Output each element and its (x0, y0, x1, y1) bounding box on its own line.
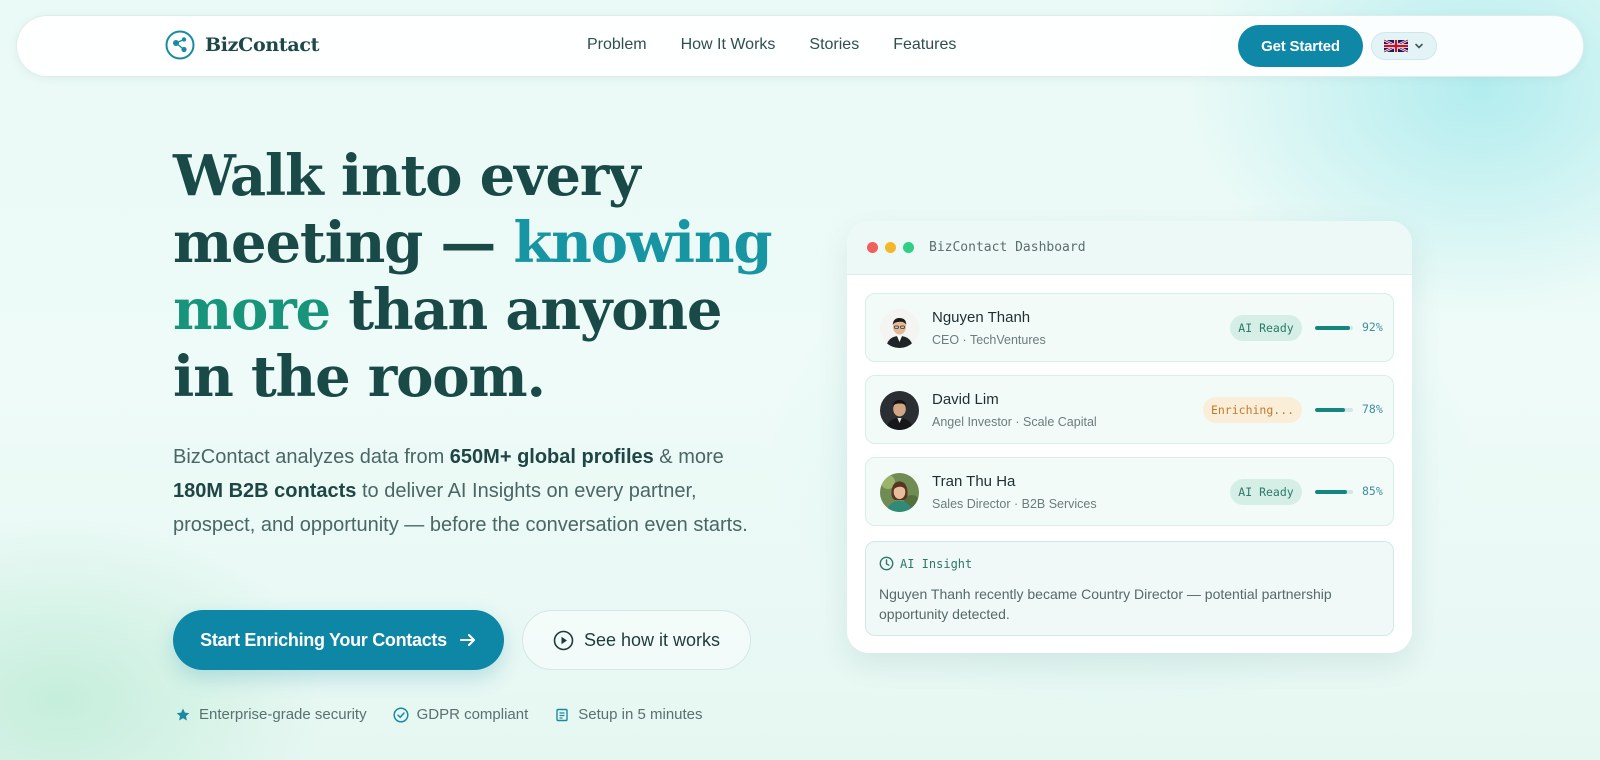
see-how-it-works-button[interactable]: See how it works (522, 610, 751, 670)
brand-logo[interactable]: BizContact (165, 30, 319, 60)
nav-link-stories[interactable]: Stories (809, 36, 859, 54)
uk-flag-icon (1384, 39, 1408, 53)
progress-fill (1315, 326, 1350, 330)
trust-item-gdpr: GDPR compliant (393, 706, 529, 723)
headline-accent-more: more (173, 277, 331, 343)
progress-percent: 78% (1362, 402, 1383, 416)
document-icon (556, 708, 568, 721)
window-close-dot (867, 242, 878, 253)
contact-name: David Lim (932, 391, 999, 408)
top-navbar: BizContact Problem How It Works Stories … (16, 15, 1584, 77)
star-icon (176, 708, 190, 720)
hero-subtitle: BizContact analyzes data from 650M+ glob… (173, 440, 753, 542)
trust-item-setup: Setup in 5 minutes (554, 706, 703, 723)
language-selector[interactable] (1371, 32, 1437, 60)
network-logo-icon (165, 30, 195, 60)
status-badge: Enriching... (1203, 397, 1302, 423)
person-avatar-icon (880, 391, 919, 430)
enrichment-progress-bar (1315, 490, 1353, 494)
start-enriching-label: Start Enriching Your Contacts (200, 629, 447, 650)
arrow-right-icon (459, 634, 475, 646)
nav-link-features[interactable]: Features (893, 36, 956, 54)
subtitle-text: BizContact analyzes data from (173, 446, 450, 468)
ai-insight-panel: AI Insight Nguyen Thanh recently became … (865, 541, 1394, 636)
status-badge: AI Ready (1230, 315, 1302, 341)
nav-link-how-it-works[interactable]: How It Works (681, 36, 776, 54)
contact-list: Nguyen Thanh CEO · TechVentures AI Ready… (847, 275, 1412, 526)
nav-link-problem[interactable]: Problem (587, 36, 647, 54)
nav-links: Problem How It Works Stories Features (587, 36, 956, 54)
subtitle-highlight: 180M B2B contacts (173, 480, 357, 502)
brand-name: BizContact (205, 34, 320, 56)
person-avatar-icon (880, 473, 919, 512)
window-minimize-dot (885, 242, 896, 253)
dashboard-titlebar: BizContact Dashboard (847, 221, 1412, 275)
progress-fill (1315, 408, 1345, 412)
person-avatar-icon (880, 309, 919, 348)
clock-icon (879, 556, 894, 571)
chevron-down-icon (1415, 43, 1423, 49)
see-how-it-works-label: See how it works (583, 629, 721, 650)
avatar (880, 309, 919, 348)
enrichment-progress-bar (1315, 326, 1353, 330)
ai-insight-label: AI Insight (900, 556, 973, 571)
contact-row[interactable]: David Lim Angel Investor · Scale Capital… (865, 375, 1394, 444)
contact-role: Angel Investor · Scale Capital (932, 415, 1097, 429)
enrichment-progress-bar (1315, 408, 1353, 412)
dashboard-preview-card: BizContact Dashboard Nguyen Thanh CEO · … (847, 221, 1412, 653)
contact-row[interactable]: Nguyen Thanh CEO · TechVentures AI Ready… (865, 293, 1394, 362)
trust-label: Setup in 5 minutes (578, 706, 703, 723)
contact-name: Nguyen Thanh (932, 309, 1031, 326)
subtitle-highlight: 650M+ global profiles (449, 446, 654, 468)
status-badge: AI Ready (1230, 479, 1302, 505)
progress-percent: 92% (1362, 320, 1383, 334)
start-enriching-button[interactable]: Start Enriching Your Contacts (173, 610, 504, 670)
dashboard-title: BizContact Dashboard (929, 240, 1086, 255)
progress-fill (1315, 490, 1348, 494)
avatar (880, 473, 919, 512)
get-started-button[interactable]: Get Started (1238, 25, 1363, 67)
contact-role: CEO · TechVentures (932, 333, 1046, 347)
progress-percent: 85% (1362, 484, 1383, 498)
trust-badges: Enterprise-grade security GDPR compliant… (175, 706, 703, 723)
ai-insight-header: AI Insight (879, 556, 972, 571)
check-circle-icon (393, 706, 409, 723)
trust-label: GDPR compliant (416, 706, 529, 723)
hero-headline: Walk into every meeting — knowing more th… (173, 143, 773, 411)
contact-row[interactable]: Tran Thu Ha Sales Director · B2B Service… (865, 457, 1394, 526)
trust-label: Enterprise-grade security (199, 706, 367, 723)
play-circle-icon (553, 630, 574, 650)
subtitle-text: & more (653, 446, 724, 468)
headline-accent-knowing: knowing (513, 210, 773, 276)
window-maximize-dot (903, 242, 914, 253)
ai-insight-text: Nguyen Thanh recently became Country Dir… (879, 586, 1332, 622)
avatar (880, 391, 919, 430)
contact-role: Sales Director · B2B Services (932, 497, 1097, 511)
trust-item-security: Enterprise-grade security (175, 706, 367, 723)
contact-name: Tran Thu Ha (932, 473, 1016, 490)
